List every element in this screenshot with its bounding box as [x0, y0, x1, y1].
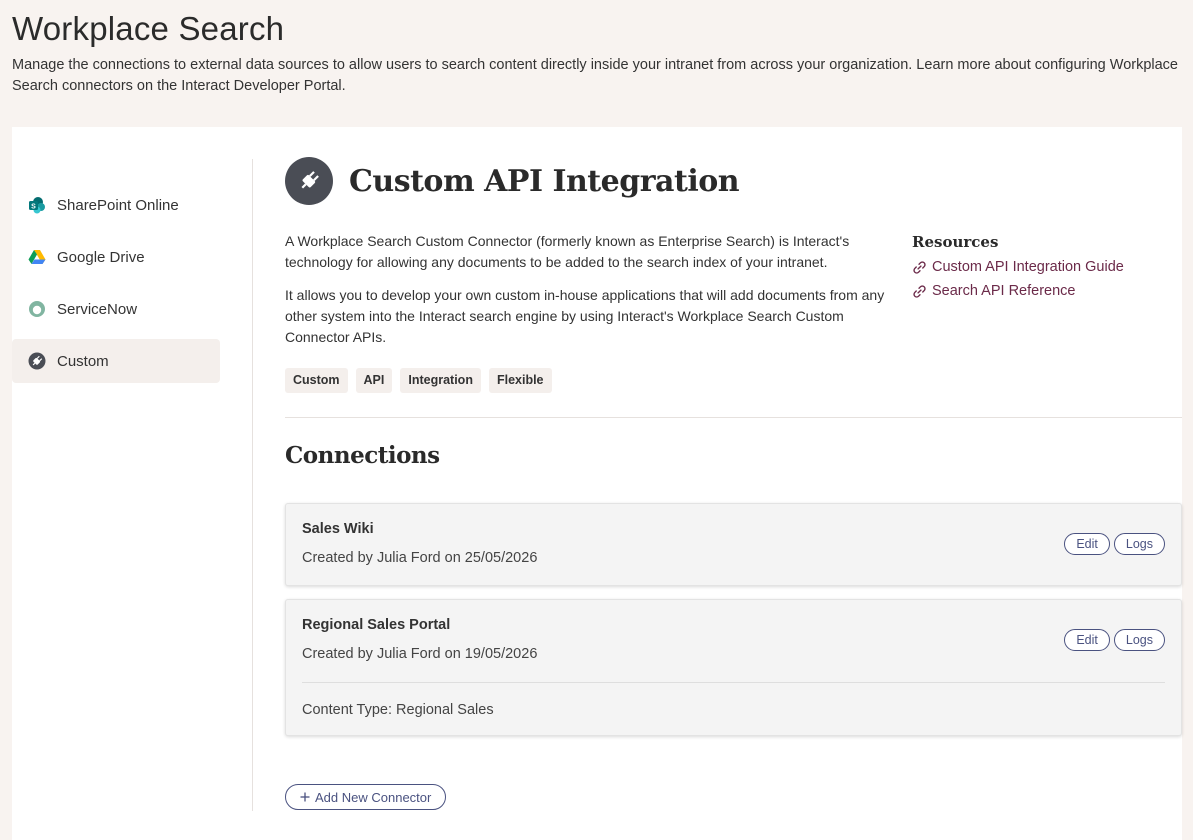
add-new-connector-button[interactable]: Add New Connector: [285, 784, 447, 810]
servicenow-icon: [28, 300, 46, 318]
resource-link-label: Search API Reference: [932, 283, 1076, 299]
add-new-connector-label: Add New Connector: [315, 789, 432, 805]
edit-button[interactable]: Edit: [1064, 629, 1110, 651]
link-icon: [912, 284, 927, 299]
connection-meta: Created by Julia Ford on 19/05/2026: [302, 646, 538, 662]
google-drive-icon: [28, 248, 46, 266]
tag: Flexible: [488, 368, 552, 393]
connection-card: Regional Sales Portal Created by Julia F…: [285, 599, 1182, 736]
tag: API: [355, 368, 393, 393]
connector-details: Custom API Integration A Workplace Searc…: [285, 157, 1182, 810]
intro-paragraph: A Workplace Search Custom Connector (for…: [285, 233, 850, 270]
page-description: Manage the connections to external data …: [12, 57, 1178, 94]
sidebar-item-label: Google Drive: [57, 248, 145, 266]
tag: Integration: [400, 368, 481, 393]
resource-link-integration-guide[interactable]: Custom API Integration Guide: [912, 259, 1192, 275]
main-panel: S SharePoint Online Google Drive Service…: [12, 127, 1182, 840]
sidebar-item-label: Custom: [57, 352, 109, 370]
sidebar-item-google-drive[interactable]: Google Drive: [12, 235, 220, 279]
resources-box: Resources Custom API Integration Guide S…: [912, 233, 1192, 307]
sidebar-divider: [252, 159, 253, 811]
page-header: Workplace Search Manage the connections …: [12, 8, 1182, 97]
card-divider: [302, 682, 1165, 683]
logs-button[interactable]: Logs: [1113, 533, 1165, 555]
connection-actions: Edit Logs: [1064, 629, 1165, 651]
sidebar-item-label: ServiceNow: [57, 300, 138, 318]
sidebar-item-custom[interactable]: Custom: [12, 339, 220, 383]
link-icon: [912, 260, 927, 275]
logs-button[interactable]: Logs: [1113, 629, 1165, 651]
connector-header: Custom API Integration: [285, 157, 1182, 205]
connection-actions: Edit Logs: [1064, 533, 1165, 555]
edit-button[interactable]: Edit: [1064, 533, 1110, 555]
connection-content-type: Content Type: Regional Sales: [302, 702, 494, 718]
intro-paragraph: It allows you to develop your own custom…: [285, 287, 885, 345]
connection-name: Sales Wiki: [302, 521, 374, 537]
sharepoint-icon: S: [28, 196, 46, 214]
sidebar-item-label: SharePoint Online: [57, 196, 179, 214]
sidebar-item-sharepoint[interactable]: S SharePoint Online: [12, 183, 220, 227]
resource-link-search-api[interactable]: Search API Reference: [912, 283, 1192, 299]
section-divider: [285, 417, 1182, 418]
connector-intro: A Workplace Search Custom Connector (for…: [285, 231, 885, 360]
sidebar-item-servicenow[interactable]: ServiceNow: [12, 287, 220, 331]
connection-name: Regional Sales Portal: [302, 617, 451, 633]
svg-text:S: S: [31, 203, 36, 210]
plug-icon: [285, 157, 333, 205]
connections-title: Connections: [285, 442, 440, 469]
connector-sidebar: S SharePoint Online Google Drive Service…: [12, 183, 220, 391]
plug-icon: [28, 352, 46, 370]
resources-title: Resources: [912, 233, 999, 251]
resource-link-label: Custom API Integration Guide: [932, 259, 1124, 275]
tag: Custom: [285, 368, 348, 393]
connector-title: Custom API Integration: [349, 163, 740, 199]
plus-icon: [300, 790, 310, 805]
connection-meta: Created by Julia Ford on 25/05/2026: [302, 550, 538, 566]
tag-list: Custom API Integration Flexible: [285, 368, 552, 393]
page-title: Workplace Search: [12, 10, 285, 47]
connection-card: Sales Wiki Created by Julia Ford on 25/0…: [285, 503, 1182, 586]
